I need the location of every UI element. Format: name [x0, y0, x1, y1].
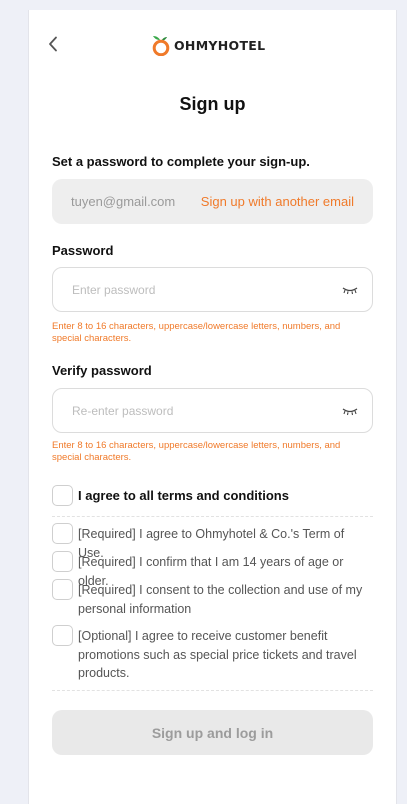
password-hint: Enter 8 to 16 characters, uppercase/lowe…: [52, 321, 341, 344]
password-label: Password: [52, 243, 114, 258]
term-label: [Required] I consent to the collection a…: [78, 583, 363, 616]
term-item: [Required] I consent to the collection a…: [52, 579, 373, 618]
term-checkbox-personal-info[interactable]: [52, 579, 73, 600]
term-checkbox-promotions[interactable]: [52, 625, 73, 646]
verify-password-field: [52, 388, 373, 433]
divider: [52, 690, 373, 691]
change-email-link[interactable]: Sign up with another email: [201, 194, 354, 209]
verify-password-visibility-toggle[interactable]: [342, 406, 358, 416]
chevron-left-icon: [49, 36, 57, 52]
eye-closed-icon: [342, 286, 358, 294]
password-input[interactable]: [72, 282, 342, 297]
term-item: [Optional] I agree to receive customer b…: [52, 625, 373, 683]
email-display: tuyen@gmail.com Sign up with another ema…: [52, 179, 373, 224]
signup-card: OHMYHOTEL Sign up Set a password to comp…: [28, 10, 397, 804]
eye-closed-icon: [342, 407, 358, 415]
signup-login-button[interactable]: Sign up and log in: [52, 710, 373, 755]
password-field: [52, 267, 373, 312]
page-title: Sign up: [179, 94, 246, 114]
verify-password-hint: Enter 8 to 16 characters, uppercase/lowe…: [52, 440, 341, 463]
orange-fruit-icon: [152, 36, 170, 56]
term-checkbox-age[interactable]: [52, 551, 73, 572]
page-subtitle: Set a password to complete your sign-up.: [52, 154, 310, 169]
verify-password-input[interactable]: [72, 403, 342, 418]
divider: [52, 516, 373, 517]
back-button[interactable]: [45, 34, 61, 54]
verify-password-label: Verify password: [52, 363, 152, 378]
agree-all-checkbox[interactable]: [52, 485, 73, 506]
term-checkbox-terms-of-use[interactable]: [52, 523, 73, 544]
agree-all-row: I agree to all terms and conditions: [52, 485, 289, 506]
term-label: [Optional] I agree to receive customer b…: [78, 629, 357, 680]
password-visibility-toggle[interactable]: [342, 285, 358, 295]
agree-all-label: I agree to all terms and conditions: [78, 488, 289, 503]
logo-text: OHMYHOTEL: [174, 37, 266, 53]
ohmyhotel-logo: OHMYHOTEL: [151, 34, 265, 56]
email-value: tuyen@gmail.com: [71, 194, 176, 209]
